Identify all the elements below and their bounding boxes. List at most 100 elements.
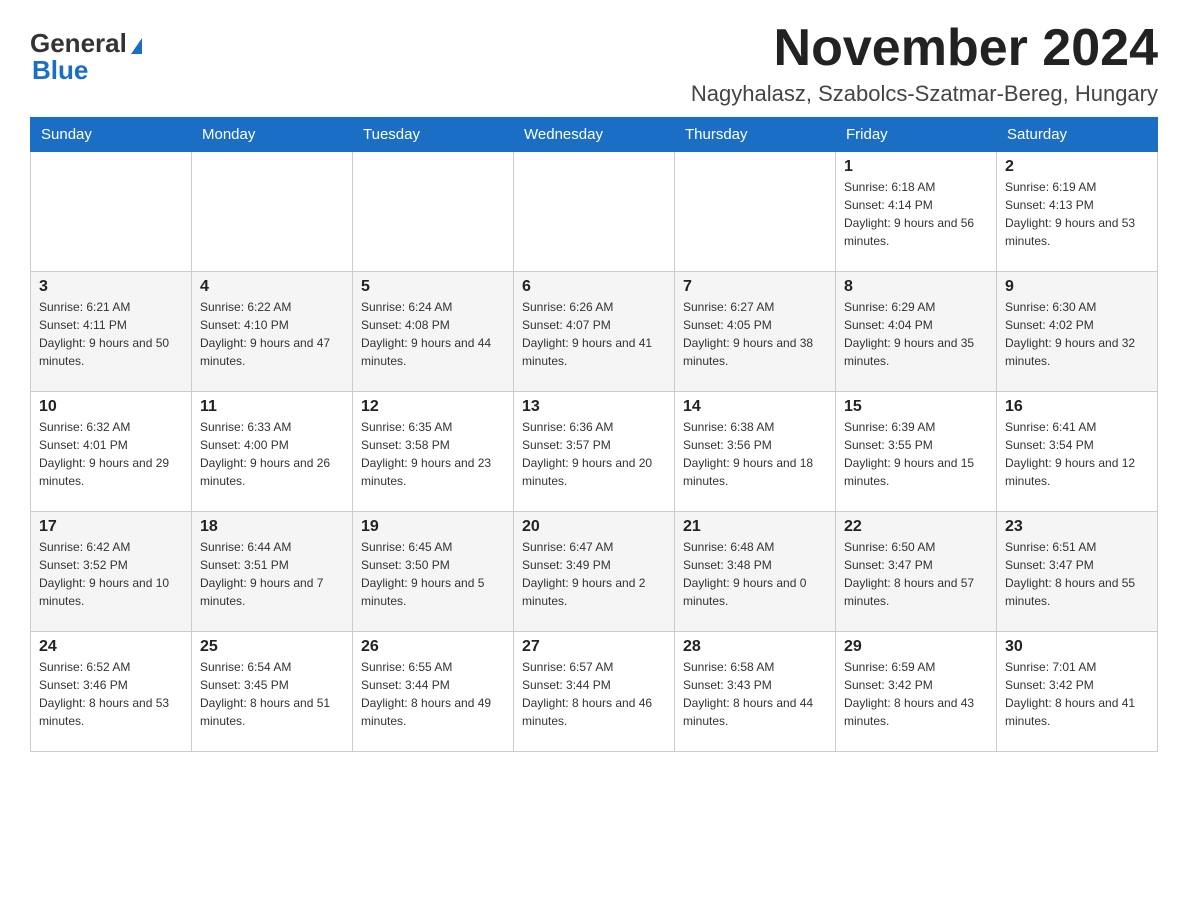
day-info: Sunrise: 6:30 AMSunset: 4:02 PMDaylight:… bbox=[1005, 298, 1149, 370]
day-number: 5 bbox=[361, 278, 505, 296]
day-info: Sunrise: 6:51 AMSunset: 3:47 PMDaylight:… bbox=[1005, 538, 1149, 610]
day-info: Sunrise: 6:33 AMSunset: 4:00 PMDaylight:… bbox=[200, 418, 344, 490]
day-number: 12 bbox=[361, 398, 505, 416]
day-info: Sunrise: 6:39 AMSunset: 3:55 PMDaylight:… bbox=[844, 418, 988, 490]
calendar-cell: 5 Sunrise: 6:24 AMSunset: 4:08 PMDaylight… bbox=[353, 272, 514, 392]
day-info: Sunrise: 6:27 AMSunset: 4:05 PMDaylight:… bbox=[683, 298, 827, 370]
day-number: 20 bbox=[522, 518, 666, 536]
calendar-cell: 4 Sunrise: 6:22 AMSunset: 4:10 PMDaylight… bbox=[192, 272, 353, 392]
subtitle: Nagyhalasz, Szabolcs-Szatmar-Bereg, Hung… bbox=[691, 81, 1158, 107]
day-number: 23 bbox=[1005, 518, 1149, 536]
day-info: Sunrise: 6:42 AMSunset: 3:52 PMDaylight:… bbox=[39, 538, 183, 610]
page-header: General Blue November 2024 Nagyhalasz, S… bbox=[30, 20, 1158, 107]
day-info: Sunrise: 6:18 AMSunset: 4:14 PMDaylight:… bbox=[844, 178, 988, 250]
day-number: 29 bbox=[844, 638, 988, 656]
calendar-cell: 26 Sunrise: 6:55 AMSunset: 3:44 PMDayligh… bbox=[353, 632, 514, 752]
logo: General Blue bbox=[30, 28, 142, 86]
day-number: 30 bbox=[1005, 638, 1149, 656]
day-number: 19 bbox=[361, 518, 505, 536]
day-number: 13 bbox=[522, 398, 666, 416]
day-info: Sunrise: 6:19 AMSunset: 4:13 PMDaylight:… bbox=[1005, 178, 1149, 250]
calendar-table: SundayMondayTuesdayWednesdayThursdayFrid… bbox=[30, 117, 1158, 752]
calendar-week-row: 24 Sunrise: 6:52 AMSunset: 3:46 PMDayligh… bbox=[31, 632, 1158, 752]
day-info: Sunrise: 6:35 AMSunset: 3:58 PMDaylight:… bbox=[361, 418, 505, 490]
calendar-cell: 17 Sunrise: 6:42 AMSunset: 3:52 PMDayligh… bbox=[31, 512, 192, 632]
day-info: Sunrise: 6:48 AMSunset: 3:48 PMDaylight:… bbox=[683, 538, 827, 610]
day-number: 7 bbox=[683, 278, 827, 296]
calendar-cell: 8Sunrise: 6:29 AMSunset: 4:04 PMDaylight… bbox=[836, 272, 997, 392]
calendar-day-header: Thursday bbox=[675, 118, 836, 152]
calendar-cell: 24 Sunrise: 6:52 AMSunset: 3:46 PMDayligh… bbox=[31, 632, 192, 752]
day-number: 3 bbox=[39, 278, 183, 296]
day-info: Sunrise: 6:47 AMSunset: 3:49 PMDaylight:… bbox=[522, 538, 666, 610]
calendar-day-header: Monday bbox=[192, 118, 353, 152]
day-info: Sunrise: 6:38 AMSunset: 3:56 PMDaylight:… bbox=[683, 418, 827, 490]
calendar-cell: 28 Sunrise: 6:58 AMSunset: 3:43 PMDayligh… bbox=[675, 632, 836, 752]
calendar-cell: 29Sunrise: 6:59 AMSunset: 3:42 PMDayligh… bbox=[836, 632, 997, 752]
calendar-cell: 7 Sunrise: 6:27 AMSunset: 4:05 PMDaylight… bbox=[675, 272, 836, 392]
day-number: 26 bbox=[361, 638, 505, 656]
day-number: 22 bbox=[844, 518, 988, 536]
calendar-day-header: Tuesday bbox=[353, 118, 514, 152]
calendar-cell: 23 Sunrise: 6:51 AMSunset: 3:47 PMDayligh… bbox=[997, 512, 1158, 632]
calendar-cell: 27Sunrise: 6:57 AMSunset: 3:44 PMDayligh… bbox=[514, 632, 675, 752]
calendar-cell: 10 Sunrise: 6:32 AMSunset: 4:01 PMDayligh… bbox=[31, 392, 192, 512]
day-number: 2 bbox=[1005, 158, 1149, 176]
day-number: 10 bbox=[39, 398, 183, 416]
calendar-cell: 2 Sunrise: 6:19 AMSunset: 4:13 PMDaylight… bbox=[997, 152, 1158, 272]
calendar-cell: 19 Sunrise: 6:45 AMSunset: 3:50 PMDayligh… bbox=[353, 512, 514, 632]
calendar-week-row: 10 Sunrise: 6:32 AMSunset: 4:01 PMDayligh… bbox=[31, 392, 1158, 512]
day-info: Sunrise: 6:36 AMSunset: 3:57 PMDaylight:… bbox=[522, 418, 666, 490]
day-info: Sunrise: 6:22 AMSunset: 4:10 PMDaylight:… bbox=[200, 298, 344, 370]
day-number: 21 bbox=[683, 518, 827, 536]
calendar-cell: 6Sunrise: 6:26 AMSunset: 4:07 PMDaylight… bbox=[514, 272, 675, 392]
calendar-cell bbox=[31, 152, 192, 272]
day-info: Sunrise: 6:58 AMSunset: 3:43 PMDaylight:… bbox=[683, 658, 827, 730]
day-info: Sunrise: 6:24 AMSunset: 4:08 PMDaylight:… bbox=[361, 298, 505, 370]
day-info: Sunrise: 6:21 AMSunset: 4:11 PMDaylight:… bbox=[39, 298, 183, 370]
day-number: 4 bbox=[200, 278, 344, 296]
day-info: Sunrise: 6:29 AMSunset: 4:04 PMDaylight:… bbox=[844, 298, 988, 370]
calendar-week-row: 3 Sunrise: 6:21 AMSunset: 4:11 PMDaylight… bbox=[31, 272, 1158, 392]
logo-triangle-icon bbox=[131, 38, 142, 54]
day-number: 9 bbox=[1005, 278, 1149, 296]
calendar-day-header: Sunday bbox=[31, 118, 192, 152]
day-info: Sunrise: 6:52 AMSunset: 3:46 PMDaylight:… bbox=[39, 658, 183, 730]
calendar-cell: 22Sunrise: 6:50 AMSunset: 3:47 PMDayligh… bbox=[836, 512, 997, 632]
day-info: Sunrise: 6:32 AMSunset: 4:01 PMDaylight:… bbox=[39, 418, 183, 490]
day-number: 18 bbox=[200, 518, 344, 536]
calendar-cell: 20 Sunrise: 6:47 AMSunset: 3:49 PMDayligh… bbox=[514, 512, 675, 632]
day-number: 24 bbox=[39, 638, 183, 656]
calendar-cell: 1 Sunrise: 6:18 AMSunset: 4:14 PMDaylight… bbox=[836, 152, 997, 272]
day-info: Sunrise: 6:55 AMSunset: 3:44 PMDaylight:… bbox=[361, 658, 505, 730]
calendar-cell: 12 Sunrise: 6:35 AMSunset: 3:58 PMDayligh… bbox=[353, 392, 514, 512]
calendar-header-row: SundayMondayTuesdayWednesdayThursdayFrid… bbox=[31, 118, 1158, 152]
calendar-cell: 30 Sunrise: 7:01 AMSunset: 3:42 PMDayligh… bbox=[997, 632, 1158, 752]
calendar-cell: 3 Sunrise: 6:21 AMSunset: 4:11 PMDaylight… bbox=[31, 272, 192, 392]
calendar-cell bbox=[353, 152, 514, 272]
calendar-cell: 21 Sunrise: 6:48 AMSunset: 3:48 PMDayligh… bbox=[675, 512, 836, 632]
day-info: Sunrise: 6:45 AMSunset: 3:50 PMDaylight:… bbox=[361, 538, 505, 610]
day-number: 17 bbox=[39, 518, 183, 536]
day-info: Sunrise: 6:44 AMSunset: 3:51 PMDaylight:… bbox=[200, 538, 344, 610]
day-info: Sunrise: 6:57 AMSunset: 3:44 PMDaylight:… bbox=[522, 658, 666, 730]
calendar-cell bbox=[514, 152, 675, 272]
logo-text-blue: Blue bbox=[32, 55, 88, 86]
day-number: 15 bbox=[844, 398, 988, 416]
calendar-cell: 14Sunrise: 6:38 AMSunset: 3:56 PMDayligh… bbox=[675, 392, 836, 512]
day-info: Sunrise: 6:54 AMSunset: 3:45 PMDaylight:… bbox=[200, 658, 344, 730]
day-info: Sunrise: 7:01 AMSunset: 3:42 PMDaylight:… bbox=[1005, 658, 1149, 730]
calendar-day-header: Wednesday bbox=[514, 118, 675, 152]
calendar-cell: 15 Sunrise: 6:39 AMSunset: 3:55 PMDayligh… bbox=[836, 392, 997, 512]
day-number: 28 bbox=[683, 638, 827, 656]
calendar-cell: 11Sunrise: 6:33 AMSunset: 4:00 PMDayligh… bbox=[192, 392, 353, 512]
day-number: 16 bbox=[1005, 398, 1149, 416]
day-number: 25 bbox=[200, 638, 344, 656]
calendar-day-header: Saturday bbox=[997, 118, 1158, 152]
calendar-day-header: Friday bbox=[836, 118, 997, 152]
day-number: 1 bbox=[844, 158, 988, 176]
day-info: Sunrise: 6:41 AMSunset: 3:54 PMDaylight:… bbox=[1005, 418, 1149, 490]
calendar-cell bbox=[192, 152, 353, 272]
calendar-cell: 25 Sunrise: 6:54 AMSunset: 3:45 PMDayligh… bbox=[192, 632, 353, 752]
calendar-cell: 18 Sunrise: 6:44 AMSunset: 3:51 PMDayligh… bbox=[192, 512, 353, 632]
